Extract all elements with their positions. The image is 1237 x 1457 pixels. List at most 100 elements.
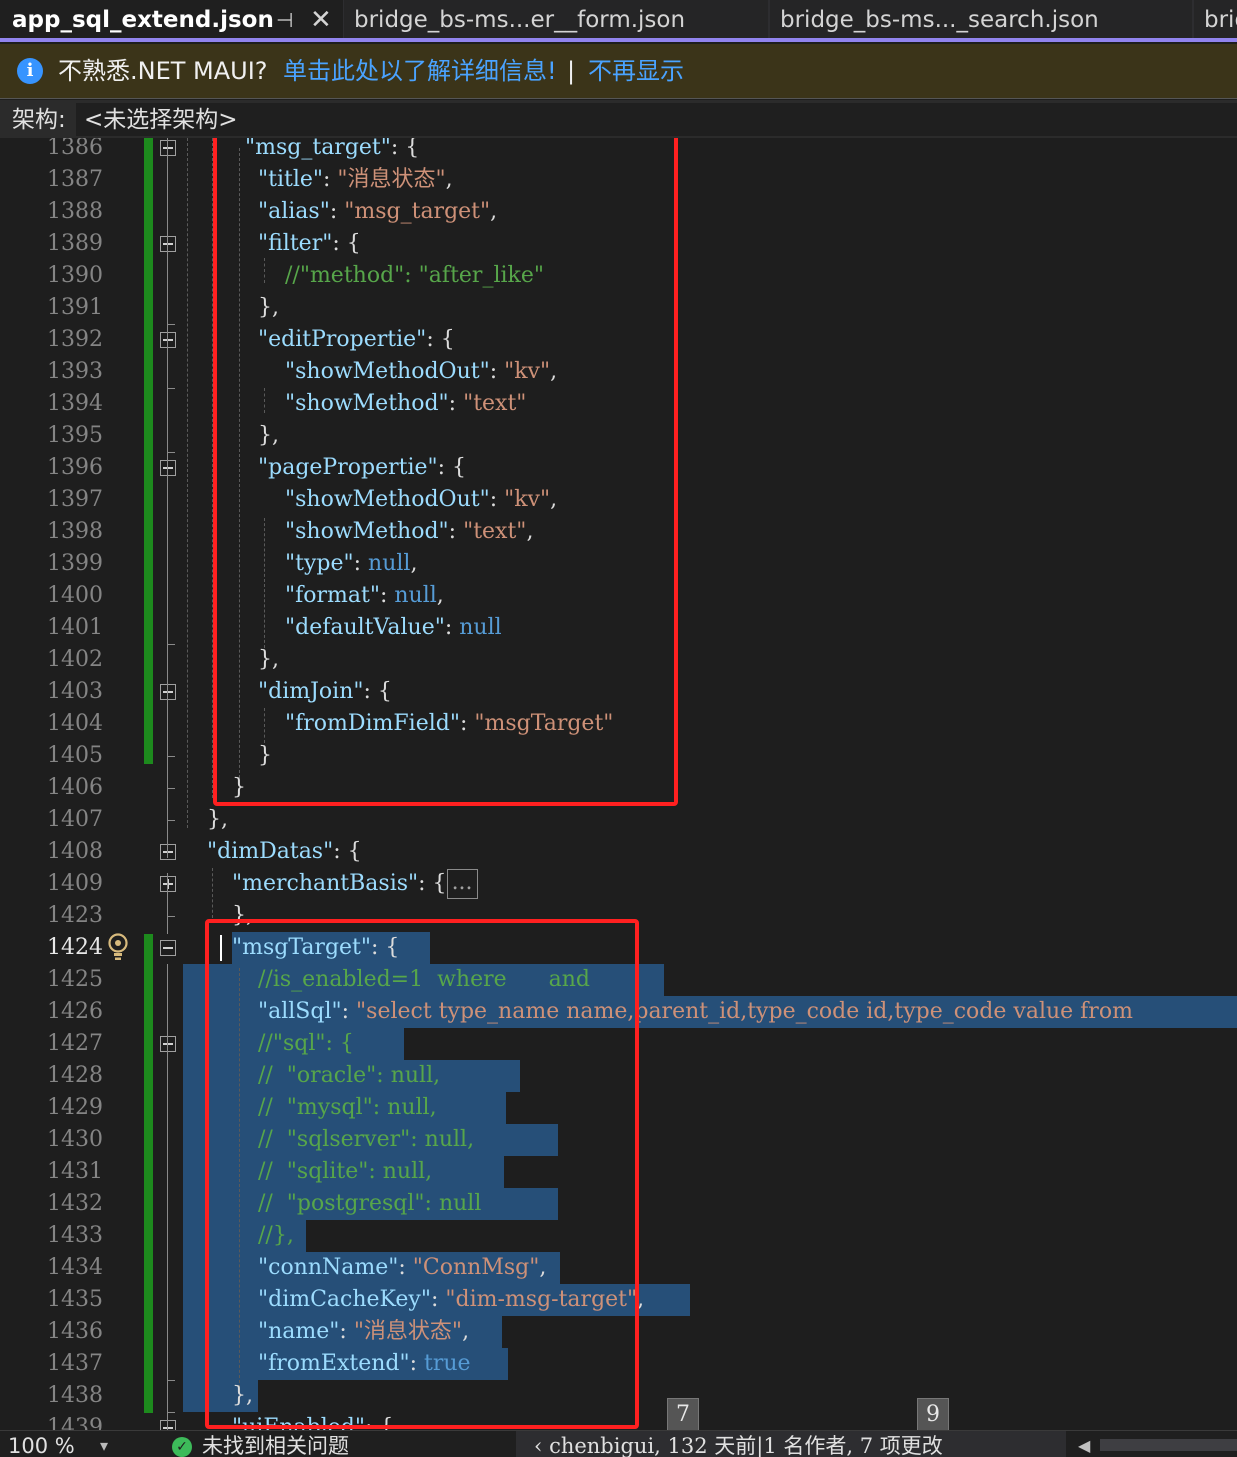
info-separator: | — [567, 57, 576, 85]
info-icon: i — [17, 58, 43, 84]
outline-tick — [167, 788, 175, 789]
schema-value: <未选择架构> — [84, 107, 238, 133]
active-tab-underline — [0, 38, 1237, 42]
collapse-icon[interactable] — [160, 1420, 176, 1430]
line-number: 1428 — [47, 1063, 103, 1088]
zoom-level: 100 % — [8, 1434, 75, 1457]
line-number: 1436 — [47, 1319, 103, 1344]
scroll-left-icon[interactable]: ◀ — [1078, 1431, 1090, 1457]
line-number: 1431 — [47, 1159, 103, 1184]
line-number: 1388 — [47, 199, 103, 224]
collapse-icon[interactable] — [160, 140, 176, 156]
line-number: 1432 — [47, 1191, 103, 1216]
tab-label: bridge_bs-ms...er__form.json — [354, 7, 686, 33]
schema-label: 架构: — [12, 107, 66, 133]
line-number: 1390 — [47, 263, 103, 288]
pin-icon[interactable]: ⊣ — [276, 0, 293, 38]
outline-tick — [167, 644, 175, 645]
line-number: 1409 — [47, 871, 103, 896]
outline-tick — [167, 452, 175, 453]
line-number: 1387 — [47, 167, 103, 192]
tab-label: bridge_bs-ms..._search.json — [780, 7, 1099, 33]
line-number: 1438 — [47, 1383, 103, 1408]
line-number: 1429 — [47, 1095, 103, 1120]
close-tab-icon[interactable]: ✕ — [310, 0, 332, 38]
code-line[interactable]: "merchantBasis": {... — [232, 868, 478, 900]
line-number: 1433 — [47, 1223, 103, 1248]
code-token: "merchantBasis" — [232, 871, 419, 896]
outline-line — [167, 873, 168, 934]
status-bar: 100 % ▾ ✓ 未找到相关问题 ‹ chenbigui, 132 天前|1 … — [0, 1430, 1237, 1457]
schema-dropdown[interactable]: <未选择架构> — [76, 103, 1237, 136]
collapse-icon[interactable] — [160, 460, 176, 476]
document-tab-bar: app_sql_extend.json ⊣ ✕ bridge_bs-ms...e… — [0, 0, 1237, 42]
dont-show-again-link[interactable]: 不再显示 — [588, 44, 684, 98]
changes-codelens-badge[interactable]: 9 — [917, 1398, 949, 1432]
line-number: 1399 — [47, 551, 103, 576]
line-number: 1407 — [47, 807, 103, 832]
outline-tick — [167, 1412, 175, 1413]
line-number: 1402 — [47, 647, 103, 672]
outline-tick — [167, 756, 175, 757]
line-number: 1397 — [47, 487, 103, 512]
line-number: 1423 — [47, 903, 103, 928]
code-token: : { — [418, 871, 447, 896]
expand-icon[interactable] — [160, 876, 176, 892]
tab-bridge-overflow[interactable]: brid — [1194, 0, 1237, 38]
tab-bridge-form[interactable]: bridge_bs-ms...er__form.json — [344, 0, 768, 38]
collapse-icon[interactable] — [160, 940, 176, 956]
line-number: 1389 — [47, 231, 103, 256]
tab-label: brid — [1204, 7, 1237, 33]
schema-bar: 架构: <未选择架构> — [0, 100, 1237, 138]
outline-line — [167, 138, 168, 858]
line-number: 1393 — [47, 359, 103, 384]
annotation-box-bottom — [205, 919, 639, 1429]
zoom-dropdown[interactable]: 100 % ▾ — [0, 1431, 124, 1457]
code-token: "dimDatas" — [207, 839, 334, 864]
authors-codelens-badge[interactable]: 7 — [667, 1398, 699, 1432]
change-indicator-bar — [144, 934, 153, 1413]
lightbulb-icon[interactable] — [107, 932, 129, 962]
outline-line — [167, 964, 168, 1430]
git-blame-info[interactable]: ‹ chenbigui, 132 天前|1 名作者, 7 项更改 — [516, 1431, 1066, 1457]
annotation-box-top — [213, 138, 678, 806]
issues-status[interactable]: 未找到相关问题 — [202, 1431, 349, 1457]
line-number: 1426 — [47, 999, 103, 1024]
line-number: 1400 — [47, 583, 103, 608]
line-number: 1408 — [47, 839, 103, 864]
collapse-icon[interactable] — [160, 236, 176, 252]
line-number: 1395 — [47, 423, 103, 448]
outline-tick — [167, 324, 175, 325]
tab-app-sql-extend[interactable]: app_sql_extend.json ⊣ ✕ — [0, 0, 343, 38]
outline-tick — [167, 820, 175, 821]
line-number: 1439 — [47, 1415, 103, 1430]
outline-tick — [167, 1380, 175, 1381]
change-indicator-bar — [144, 138, 153, 764]
tab-bridge-search[interactable]: bridge_bs-ms..._search.json — [770, 0, 1192, 38]
horizontal-scrollbar[interactable] — [1100, 1439, 1237, 1451]
collapse-icon[interactable] — [160, 332, 176, 348]
code-line[interactable]: "dimDatas": { — [207, 836, 362, 868]
line-number: 1403 — [47, 679, 103, 704]
git-blame-text: ‹ chenbigui, 132 天前|1 名作者, 7 项更改 — [534, 1434, 943, 1457]
line-number: 1434 — [47, 1255, 103, 1280]
line-number: 1398 — [47, 519, 103, 544]
collapsed-region-marker[interactable]: ... — [446, 869, 478, 899]
line-number: 1401 — [47, 615, 103, 640]
line-number: 1386 — [47, 138, 103, 160]
line-number: 1405 — [47, 743, 103, 768]
line-number: 1394 — [47, 391, 103, 416]
code-editor[interactable]: 1386 "msg_target": {1387 "title": "消息状态", 1… — [0, 138, 1237, 1430]
line-number: 1396 — [47, 455, 103, 480]
line-number: 1424 — [47, 935, 103, 960]
tab-label: app_sql_extend.json — [12, 7, 274, 33]
code-line[interactable]: }, — [207, 804, 228, 836]
line-number: 1430 — [47, 1127, 103, 1152]
code-token: : { — [333, 839, 362, 864]
collapse-icon[interactable] — [160, 1036, 176, 1052]
learn-more-link[interactable]: 单击此处以了解详细信息! — [283, 44, 557, 98]
indent-guide — [187, 138, 188, 828]
collapse-icon[interactable] — [160, 844, 176, 860]
check-circle-icon: ✓ — [172, 1437, 192, 1457]
collapse-icon[interactable] — [160, 684, 176, 700]
